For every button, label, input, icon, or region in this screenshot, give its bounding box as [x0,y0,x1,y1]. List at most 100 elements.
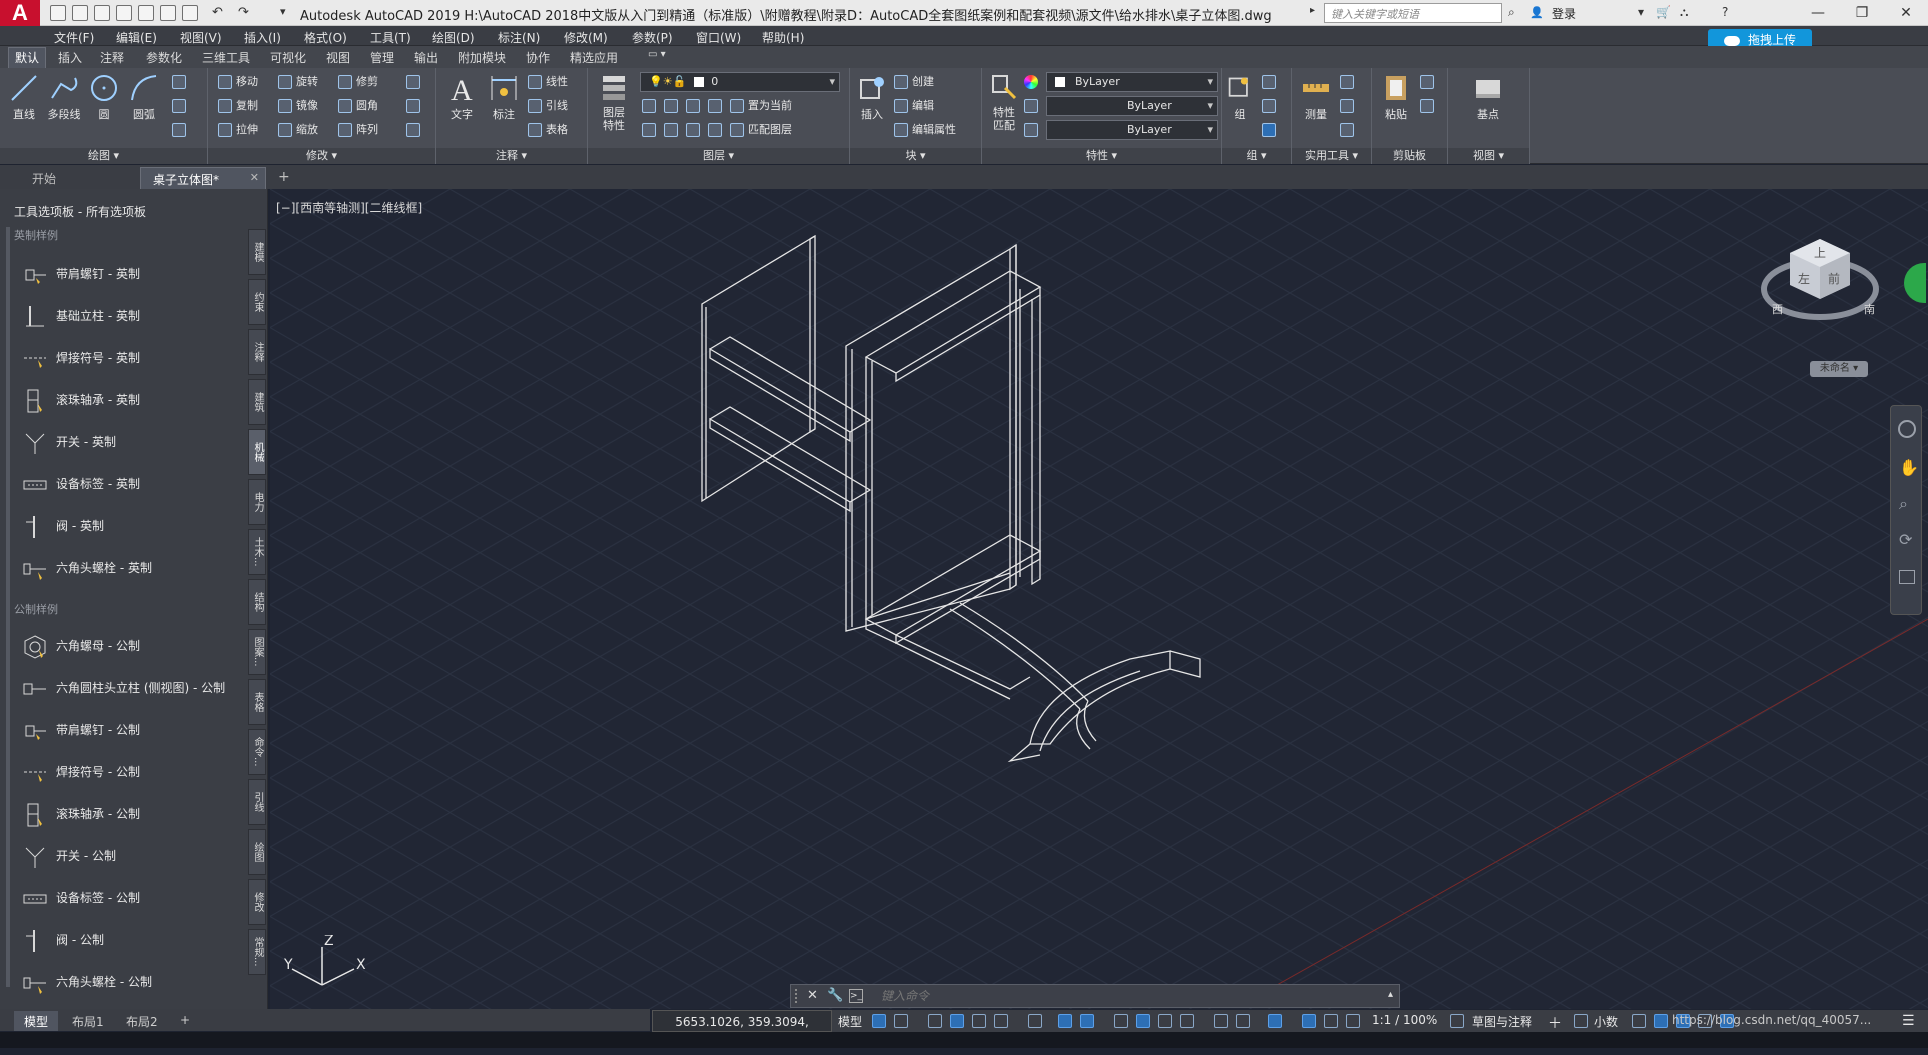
insert-block-button[interactable]: 插入 [852,72,892,122]
login-link[interactable]: 登录 [1552,5,1576,22]
units-icon[interactable] [1574,1014,1588,1028]
explode-button[interactable] [406,96,424,116]
vtab-electrical[interactable]: 电力 [248,479,266,525]
layer-on-button[interactable] [642,120,660,140]
move-button[interactable]: 移动 [218,72,258,92]
redo-icon[interactable]: ↷ [238,5,254,21]
menu-edit[interactable]: 编辑(E) [116,29,157,46]
menu-modify[interactable]: 修改(M) [564,29,608,46]
workspace-gear-icon[interactable] [1450,1014,1464,1028]
showmotion-icon[interactable] [1899,570,1915,584]
menu-view[interactable]: 视图(V) [180,29,222,46]
groups-group-label[interactable]: 组 ▾ [1222,148,1291,164]
annotation-monitor-icon[interactable]: ＋ [1548,1013,1562,1033]
menu-draw[interactable]: 绘图(D) [432,29,475,46]
vtab-architectural[interactable]: 建筑 [248,379,266,425]
lock-ui-icon[interactable] [1654,1014,1668,1028]
steering-wheel-icon[interactable] [1898,420,1916,438]
measure-button[interactable]: 测量 [1296,72,1336,122]
trim-button[interactable]: 修剪 [338,72,378,92]
tab-view[interactable]: 视图 [326,49,350,66]
copy-button[interactable]: 复制 [218,96,258,116]
vtab-structural[interactable]: 结构 [248,579,266,625]
menu-window[interactable]: 窗口(W) [696,29,741,46]
edit-block-button[interactable]: 编辑 [894,96,934,116]
scale-button[interactable]: 缩放 [278,120,318,140]
dimension-button[interactable]: 标注 [484,72,524,122]
cart-icon[interactable]: 🛒 [1656,5,1672,21]
paste-button[interactable]: 粘贴 [1376,72,1416,122]
menu-parametric[interactable]: 参数(P) [632,29,673,46]
palette-item-equipment-tag-metric[interactable]: 设备标签 - 公制 [22,881,242,915]
block-group-label[interactable]: 块 ▾ [850,148,981,164]
tab-annotate[interactable]: 注释 [100,49,124,66]
zoom-icon[interactable]: ⌕ [1899,494,1908,514]
tab-layout2[interactable]: 布局2 [116,1011,168,1031]
new-tab-button[interactable]: + [270,167,300,189]
a360-icon[interactable]: ⛬ [1680,5,1696,21]
palette-item-hex-nut-metric[interactable]: 六角螺母 - 公制 [22,629,242,663]
tab-output[interactable]: 输出 [414,49,438,66]
coordinates-readout[interactable]: 5653.1026, 359.3094, 0.0000 [652,1010,832,1051]
help-icon[interactable]: ? [1722,5,1738,21]
isodraft-icon[interactable] [1028,1014,1042,1028]
workspace-select[interactable]: 草图与注释 [1472,1013,1532,1030]
viewcube-left-label[interactable]: 左 [1798,271,1810,286]
vtab-annotation[interactable]: 注释 [248,329,266,375]
palette-item-equipment-tag-imperial[interactable]: 设备标签 - 英制 [22,467,242,501]
menu-format[interactable]: 格式(O) [304,29,347,46]
quick-select-button[interactable] [1340,72,1358,92]
create-block-button[interactable]: 创建 [894,72,934,92]
dynamic-ucs-icon[interactable] [1214,1014,1228,1028]
rectangle-button[interactable] [172,72,190,92]
user-icon[interactable]: 👤 [1530,6,1546,22]
vtab-tables[interactable]: 表格 [248,679,266,725]
tab-featured[interactable]: 精选应用 [570,49,618,66]
offset-button[interactable] [406,120,424,140]
table-button[interactable]: 表格 [528,120,568,140]
object-snap-tracking-icon[interactable] [1058,1014,1072,1028]
ucs-menu[interactable]: 未命名 ▾ [1810,361,1868,377]
text-button[interactable]: A 文字 [442,72,482,122]
palette-item-shoulder-screw-metric[interactable]: 带肩螺钉 - 公制 [22,713,242,747]
tab-3d-tools[interactable]: 三维工具 [202,49,250,66]
add-layout-button[interactable]: + [170,1011,200,1031]
tab-default[interactable]: 默认 [8,47,47,68]
menu-help[interactable]: 帮助(H) [762,29,804,46]
palette-item-ball-bearing-imperial[interactable]: 滚珠轴承 - 英制 [22,383,242,417]
polar-icon[interactable] [994,1014,1008,1028]
layer-unisolate-button[interactable] [664,120,682,140]
palette-scrollbar[interactable] [6,227,10,987]
3d-osnap-icon[interactable] [1180,1014,1194,1028]
linetype-list-button[interactable] [1024,96,1042,116]
layers-group-label[interactable]: 图层 ▾ [588,148,849,164]
quick-properties-icon[interactable] [1632,1014,1646,1028]
menu-insert[interactable]: 插入(I) [244,29,281,46]
dropdown-icon[interactable]: ▾ [1638,5,1654,21]
color-select[interactable]: ByLayer [1046,72,1218,92]
tab-manage[interactable]: 管理 [370,49,394,66]
stretch-button[interactable]: 拉伸 [218,120,258,140]
polyline-button[interactable]: 多段线 [44,72,84,122]
annotation-scale-select[interactable]: 1:1 / 100% [1372,1013,1437,1027]
compass-west-label[interactable]: 西 [1772,303,1783,316]
palette-item-weld-symbol-metric[interactable]: 焊接符号 - 公制 [22,755,242,789]
layer-unlock-button[interactable] [708,120,726,140]
vtab-mechanical[interactable]: 机械 [248,429,266,475]
tab-model[interactable]: 模型 [14,1011,59,1031]
edit-attributes-button[interactable]: 编辑属性 [894,120,956,140]
infer-constraints-icon[interactable] [928,1014,942,1028]
layer-freeze-button[interactable] [686,96,704,116]
vtab-command[interactable]: 命令... [248,729,266,775]
leader-button[interactable]: 引线 [528,96,568,116]
publish-icon[interactable] [160,5,176,21]
viewcube-front-label[interactable]: 前 [1828,271,1840,286]
vtab-constraints[interactable]: 约束 [248,279,266,325]
hatch-button[interactable] [172,96,190,116]
match-properties-button[interactable]: 特性 匹配 [984,72,1024,132]
menu-tools[interactable]: 工具(T) [370,29,411,46]
layer-lock-button[interactable] [708,96,726,116]
layer-thaw-button[interactable] [686,120,704,140]
copy-clip-button[interactable] [1420,72,1438,92]
selection-filter-icon[interactable] [1236,1014,1250,1028]
